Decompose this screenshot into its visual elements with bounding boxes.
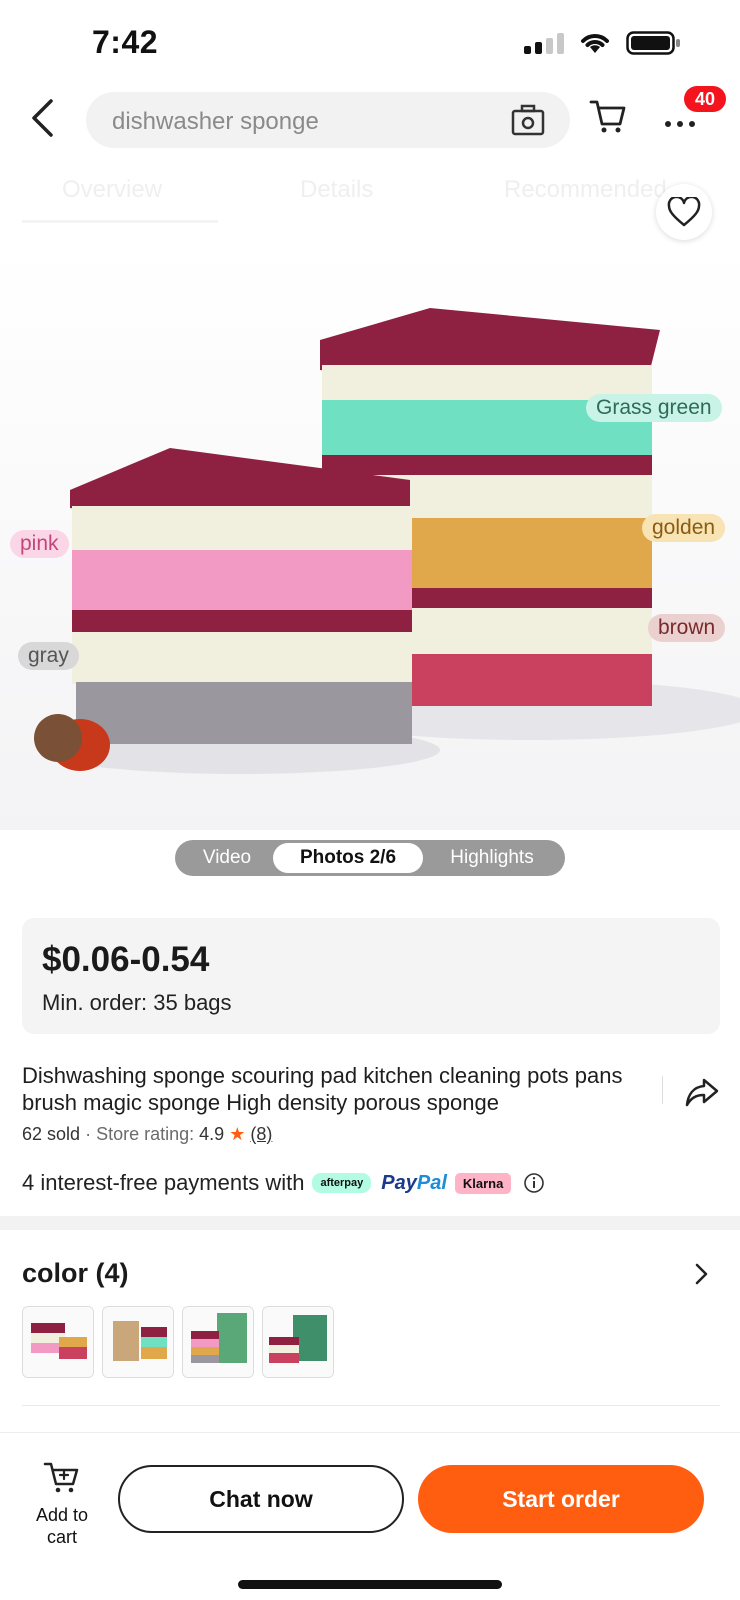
status-icons [524, 30, 682, 56]
bottom-action-bar: Add to cart Chat now Start order [0, 1432, 740, 1600]
home-indicator [238, 1580, 502, 1589]
section-separator [0, 1216, 740, 1230]
color-thumb[interactable] [262, 1306, 334, 1378]
start-order-button[interactable]: Start order [418, 1465, 704, 1533]
klarna-logo: Klarna [454, 1172, 512, 1194]
info-icon[interactable] [523, 1172, 545, 1194]
chevron-left-icon [32, 99, 53, 137]
media-tab-highlights[interactable]: Highlights [425, 840, 559, 876]
add-to-cart-label: Add to cart [35, 1505, 89, 1547]
price-range: $0.06-0.54 [42, 940, 210, 979]
title-divider [662, 1076, 663, 1104]
color-thumbnails [22, 1306, 334, 1378]
media-tab-video[interactable]: Video [181, 840, 273, 876]
price-box: $0.06-0.54 Min. order: 35 bags [22, 918, 720, 1034]
chat-now-button[interactable]: Chat now [118, 1465, 404, 1533]
top-header: dishwasher sponge [0, 88, 740, 152]
product-detail-screen: 7:42 dishwasher sponge 40 Overview Detai… [0, 0, 740, 1600]
color-label-brown: brown [648, 614, 726, 642]
chevron-right-icon[interactable] [692, 1262, 710, 1286]
color-label-pink: pink [10, 530, 69, 558]
status-bar: 7:42 [0, 0, 740, 88]
color-thumb[interactable] [102, 1306, 174, 1378]
status-time: 7:42 [92, 24, 159, 60]
color-label-golden: golden [642, 514, 726, 542]
color-section-heading[interactable]: color (4) [22, 1258, 129, 1289]
tab-overview[interactable]: Overview [62, 176, 162, 204]
notification-badge: 40 [684, 86, 726, 112]
back-button[interactable] [22, 96, 62, 140]
cellular-signal-icon [524, 32, 564, 54]
tab-recommended[interactable]: Recommended [504, 176, 667, 204]
sponge-stack-illustration [0, 250, 740, 830]
color-label-gray: gray [18, 642, 79, 670]
section-tabs: Overview Details Recommended [0, 170, 740, 226]
search-query: dishwasher sponge [112, 108, 319, 135]
search-input[interactable]: dishwasher sponge [86, 92, 570, 148]
media-switch: Video Photos 2/6 Highlights [175, 840, 565, 876]
payments-text: 4 interest-free payments with [22, 1170, 305, 1195]
store-rating-label: Store rating: [96, 1124, 195, 1144]
star-icon: ★ [229, 1124, 246, 1144]
min-order: Min. order: 35 bags [42, 990, 232, 1015]
product-meta: 62 sold · Store rating: 4.9 ★ (8) [22, 1124, 272, 1145]
store-rating-value: 4.9 [199, 1124, 225, 1144]
color-thumb[interactable] [182, 1306, 254, 1378]
sold-count: 62 sold [22, 1124, 81, 1144]
favorite-button[interactable] [656, 184, 712, 240]
color-thumb[interactable] [22, 1306, 94, 1378]
product-image[interactable]: pink gray Grass green golden brown [0, 250, 740, 830]
color-label-grass-green: Grass green [586, 394, 722, 422]
add-to-cart-button[interactable]: Add to cart [22, 1459, 102, 1548]
tab-details[interactable]: Details [300, 176, 373, 204]
share-icon[interactable] [684, 1074, 720, 1110]
wifi-icon [581, 34, 609, 53]
heart-icon [667, 197, 701, 227]
add-to-cart-icon [43, 1462, 79, 1493]
afterpay-logo: afterpay [312, 1173, 372, 1193]
paypal-logo: PayPal [381, 1171, 447, 1194]
cart-icon[interactable] [588, 96, 628, 136]
tab-underline [22, 220, 218, 223]
meta-separator: · [85, 1124, 92, 1144]
camera-search-icon[interactable] [510, 102, 546, 138]
review-count-link[interactable]: (8) [250, 1124, 272, 1144]
media-tab-photos[interactable]: Photos 2/6 [273, 843, 423, 873]
battery-icon [626, 31, 680, 55]
product-title: Dishwashing sponge scouring pad kitchen … [22, 1063, 623, 1115]
section-rule [22, 1405, 720, 1406]
payment-options: 4 interest-free payments with afterpay P… [22, 1168, 545, 1198]
